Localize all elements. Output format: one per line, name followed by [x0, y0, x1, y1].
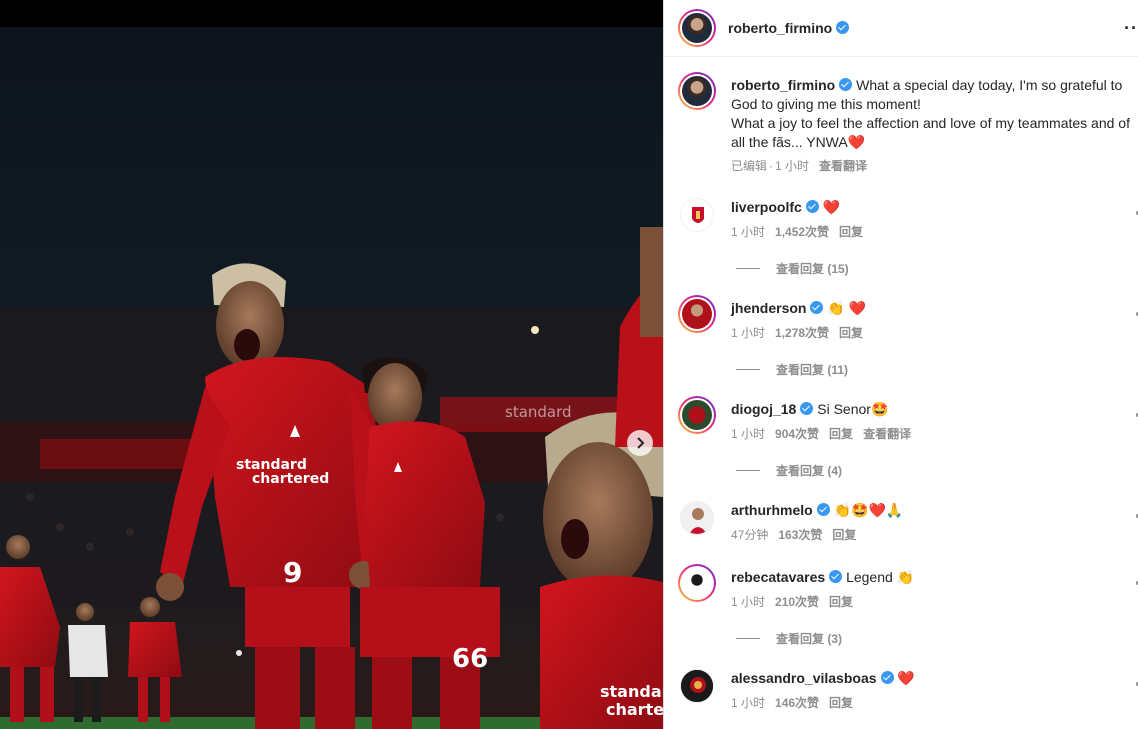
comment-body: rebecatavares Legend 👏: [731, 568, 1131, 586]
reply-button[interactable]: 回复: [839, 326, 863, 340]
caption-username[interactable]: roberto_firmino: [731, 77, 835, 93]
verified-icon: [829, 570, 843, 583]
comment-username[interactable]: jhenderson: [731, 300, 806, 316]
comment-emoji: 👏 ❤️: [827, 300, 867, 316]
caption-translate-link[interactable]: 查看翻译: [819, 159, 867, 173]
next-photo-button[interactable]: [627, 430, 653, 456]
reply-button[interactable]: 回复: [839, 225, 863, 239]
svg-text:standard: standard: [505, 403, 572, 421]
verified-icon: [880, 671, 894, 684]
jersey-number-main: 9: [283, 556, 302, 589]
post-caption: roberto_firmino What a special day today…: [731, 76, 1138, 176]
comment-likes[interactable]: 210次赞: [775, 595, 819, 609]
more-icon[interactable]: ··: [1124, 18, 1138, 39]
comment-likes[interactable]: 904次赞: [775, 427, 819, 441]
comment-emoji: 👏: [896, 569, 915, 585]
comment-avatar[interactable]: [678, 295, 716, 333]
comment-emoji: ❤️: [897, 670, 915, 686]
comment-body: diogoj_18 Si Senor🤩: [731, 400, 1131, 418]
comment-time: 1 小时: [731, 595, 766, 609]
comment-likes[interactable]: 163次赞: [778, 528, 822, 542]
comment-emoji: 🤩: [870, 401, 889, 417]
comment-emoji: 👏🤩❤️🙏: [833, 502, 904, 518]
comment-username[interactable]: alessandro_vilasboas: [731, 670, 877, 686]
post-side-panel: roberto_firmino ·· roberto_firmino What …: [663, 0, 1138, 729]
caption-meta: 已编辑 · 1 小时 查看翻译: [731, 159, 868, 173]
comment-avatar[interactable]: [680, 198, 714, 232]
comment-emoji: ❤️: [822, 199, 841, 215]
comment-meta: 1 小时 1,452次赞 回复: [731, 223, 873, 240]
comment-meta: 47分钟 163次赞 回复: [731, 526, 866, 543]
comment-time: 47分钟: [731, 528, 769, 542]
verified-icon: [839, 78, 853, 91]
comment-time: 1 小时: [731, 326, 766, 340]
comment-likes[interactable]: 1,452次赞: [775, 225, 829, 239]
svg-text:charter: charter: [606, 700, 663, 719]
reply-button[interactable]: 回复: [832, 528, 856, 542]
comment-body: jhenderson 👏 ❤️: [731, 299, 1131, 317]
carousel-dot: [236, 650, 242, 656]
view-replies-button[interactable]: 查看回复 (3): [736, 630, 842, 647]
comment-likes[interactable]: 1,278次赞: [775, 326, 829, 340]
svg-text:chartered: chartered: [252, 471, 329, 487]
comment-body: alessandro_vilasboas ❤️: [731, 669, 1131, 687]
chevron-right-icon: [637, 437, 645, 449]
view-replies-button[interactable]: 查看回复 (15): [736, 260, 849, 277]
comment-time: 1 小时: [731, 427, 766, 441]
caption-avatar[interactable]: [678, 72, 716, 110]
comment-username[interactable]: diogoj_18: [731, 401, 796, 417]
reply-button[interactable]: 回复: [829, 696, 853, 710]
header-username[interactable]: roberto_firmino: [728, 20, 832, 36]
comment-text: Si Senor: [817, 401, 871, 417]
comment-avatar[interactable]: [678, 564, 716, 602]
post-photo[interactable]: standard chartered 9 66 standard charter…: [0, 27, 663, 729]
comment-time: 1 小时: [731, 225, 766, 239]
comment-avatar[interactable]: [680, 501, 714, 535]
view-replies-button[interactable]: 查看回复 (4): [736, 462, 842, 479]
verified-icon: [805, 200, 819, 213]
caption-time: 1 小时: [775, 159, 810, 173]
header-user[interactable]: roberto_firmino: [728, 20, 850, 38]
reply-button[interactable]: 回复: [829, 427, 853, 441]
post-photo-pane: standard chartered 9 66 standard charter…: [0, 0, 663, 729]
jersey-number-second: 66: [452, 644, 488, 674]
svg-text:standard: standard: [600, 682, 663, 701]
header-avatar[interactable]: [678, 9, 716, 47]
comment-body: arthurhmelo 👏🤩❤️🙏: [731, 501, 1131, 519]
comment-username[interactable]: arthurhmelo: [731, 502, 813, 518]
comment-body: liverpoolfc ❤️: [731, 198, 1131, 216]
verified-icon: [816, 503, 830, 516]
comment-time: 1 小时: [731, 696, 766, 710]
heart-emoji: ❤️: [847, 134, 866, 150]
comment-avatar[interactable]: [680, 669, 714, 703]
comment-meta: 1 小时 146次赞 回复: [731, 694, 863, 711]
verified-icon: [810, 301, 824, 314]
comment-avatar[interactable]: [678, 396, 716, 434]
caption-edited: 已编辑: [731, 159, 768, 173]
view-replies-button[interactable]: 查看回复 (11): [736, 361, 848, 378]
post-header: roberto_firmino ··: [664, 0, 1138, 57]
comment-meta: 1 小时 904次赞 回复 查看翻译: [731, 425, 921, 442]
comment-text: Legend: [846, 569, 893, 585]
comment-username[interactable]: rebecatavares: [731, 569, 825, 585]
verified-icon: [836, 21, 850, 34]
comment-username[interactable]: liverpoolfc: [731, 199, 802, 215]
comment-meta: 1 小时 1,278次赞 回复: [731, 324, 873, 341]
comment-likes[interactable]: 146次赞: [775, 696, 819, 710]
caption-text-line2: What a joy to feel the affection and lov…: [731, 115, 1130, 150]
comment-translate-link[interactable]: 查看翻译: [863, 427, 911, 441]
verified-icon: [800, 402, 814, 415]
comment-meta: 1 小时 210次赞 回复: [731, 593, 863, 610]
reply-button[interactable]: 回复: [829, 595, 853, 609]
photo-top-bar: [0, 0, 663, 27]
